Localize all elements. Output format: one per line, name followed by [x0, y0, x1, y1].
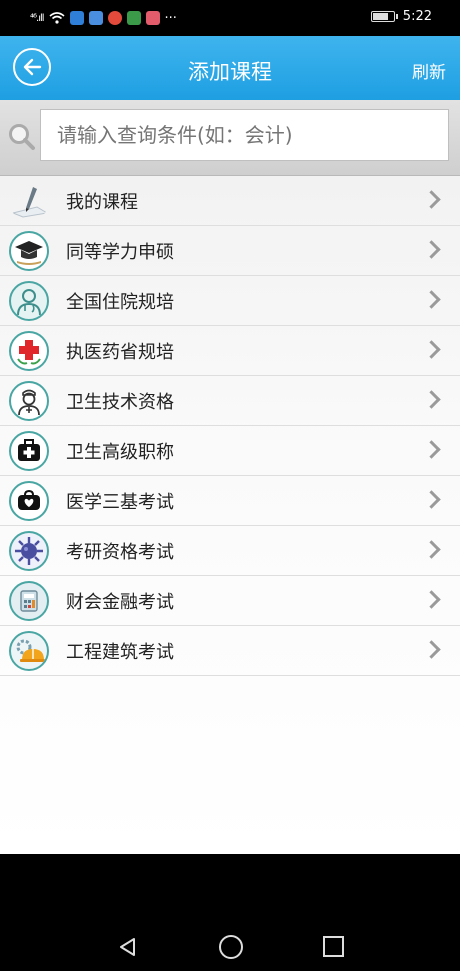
doctor-icon: [9, 281, 49, 321]
status-right: 5:22: [370, 9, 432, 24]
course-item-senior-title[interactable]: 卫生高级职称: [0, 426, 460, 476]
course-list-container: 我的课程 同等学力申硕 全国住院规培 执医药省规培 卫生技术资格 卫生高级职称 …: [0, 176, 460, 854]
status-bar: ⁴⁶.ıll ··· 5:22: [0, 0, 460, 36]
app-notification-icon: [69, 11, 84, 25]
search-input[interactable]: [40, 109, 449, 161]
chevron-right-icon: [422, 640, 441, 659]
course-item-medical-basics[interactable]: 医学三基考试: [0, 476, 460, 526]
nurse-icon: [9, 381, 49, 421]
first-aid-bag-icon: [9, 481, 49, 521]
course-label: 卫生技术资格: [66, 391, 174, 413]
course-item-pharmacy[interactable]: 执医药省规培: [0, 326, 460, 376]
chevron-right-icon: [422, 240, 441, 259]
chevron-right-icon: [422, 390, 441, 409]
wifi-icon: [49, 12, 65, 24]
more-notifications-icon: ···: [164, 10, 177, 26]
status-left: ⁴⁶.ıll ···: [30, 9, 177, 27]
graduation-cap-icon: [9, 231, 49, 271]
course-item-engineering[interactable]: 工程建筑考试: [0, 626, 460, 676]
course-label: 工程建筑考试: [66, 641, 174, 663]
course-list: 我的课程 同等学力申硕 全国住院规培 执医药省规培 卫生技术资格 卫生高级职称 …: [0, 176, 460, 676]
chevron-right-icon: [422, 340, 441, 359]
course-item-finance[interactable]: 财会金融考试: [0, 576, 460, 626]
search-icon[interactable]: [7, 122, 37, 152]
course-label: 全国住院规培: [66, 291, 174, 313]
helmet-gear-icon: [9, 631, 49, 671]
app-notification-icon: [107, 11, 122, 25]
chevron-right-icon: [422, 540, 441, 559]
course-label: 同等学力申硕: [66, 241, 174, 263]
app-notification-icon: [145, 11, 160, 25]
course-label: 医学三基考试: [66, 491, 174, 513]
refresh-button[interactable]: 刷新: [412, 58, 446, 83]
header-bar: 添加课程 刷新: [0, 36, 460, 100]
clock: 5:22: [402, 9, 432, 24]
app-notification-icon: [88, 11, 103, 25]
course-item-postgrad[interactable]: 考研资格考试: [0, 526, 460, 576]
chevron-right-icon: [422, 190, 441, 209]
app-notification-icon: [126, 11, 141, 25]
nav-back-icon[interactable]: [118, 937, 138, 957]
chevron-right-icon: [422, 590, 441, 609]
battery-icon: [370, 11, 398, 22]
chevron-right-icon: [422, 490, 441, 509]
pen-paper-icon: [9, 181, 49, 221]
chevron-right-icon: [422, 290, 441, 309]
search-bar: [0, 100, 460, 176]
course-label: 考研资格考试: [66, 541, 174, 563]
course-item-my-courses[interactable]: 我的课程: [0, 176, 460, 226]
calculator-icon: [9, 581, 49, 621]
nav-home-icon[interactable]: [219, 935, 243, 959]
virus-icon: [9, 531, 49, 571]
nav-recents-icon[interactable]: [323, 936, 344, 957]
red-cross-icon: [9, 331, 49, 371]
course-label: 我的课程: [66, 191, 138, 213]
course-label: 执医药省规培: [66, 341, 174, 363]
page-title: 添加课程: [188, 60, 272, 84]
course-item-degree[interactable]: 同等学力申硕: [0, 226, 460, 276]
course-item-residency[interactable]: 全国住院规培: [0, 276, 460, 326]
course-label: 财会金融考试: [66, 591, 174, 613]
chevron-right-icon: [422, 440, 441, 459]
signal-icon: ⁴⁶.ıll: [30, 12, 44, 24]
medical-kit-icon: [9, 431, 49, 471]
course-label: 卫生高级职称: [66, 441, 174, 463]
course-item-health-tech[interactable]: 卫生技术资格: [0, 376, 460, 426]
